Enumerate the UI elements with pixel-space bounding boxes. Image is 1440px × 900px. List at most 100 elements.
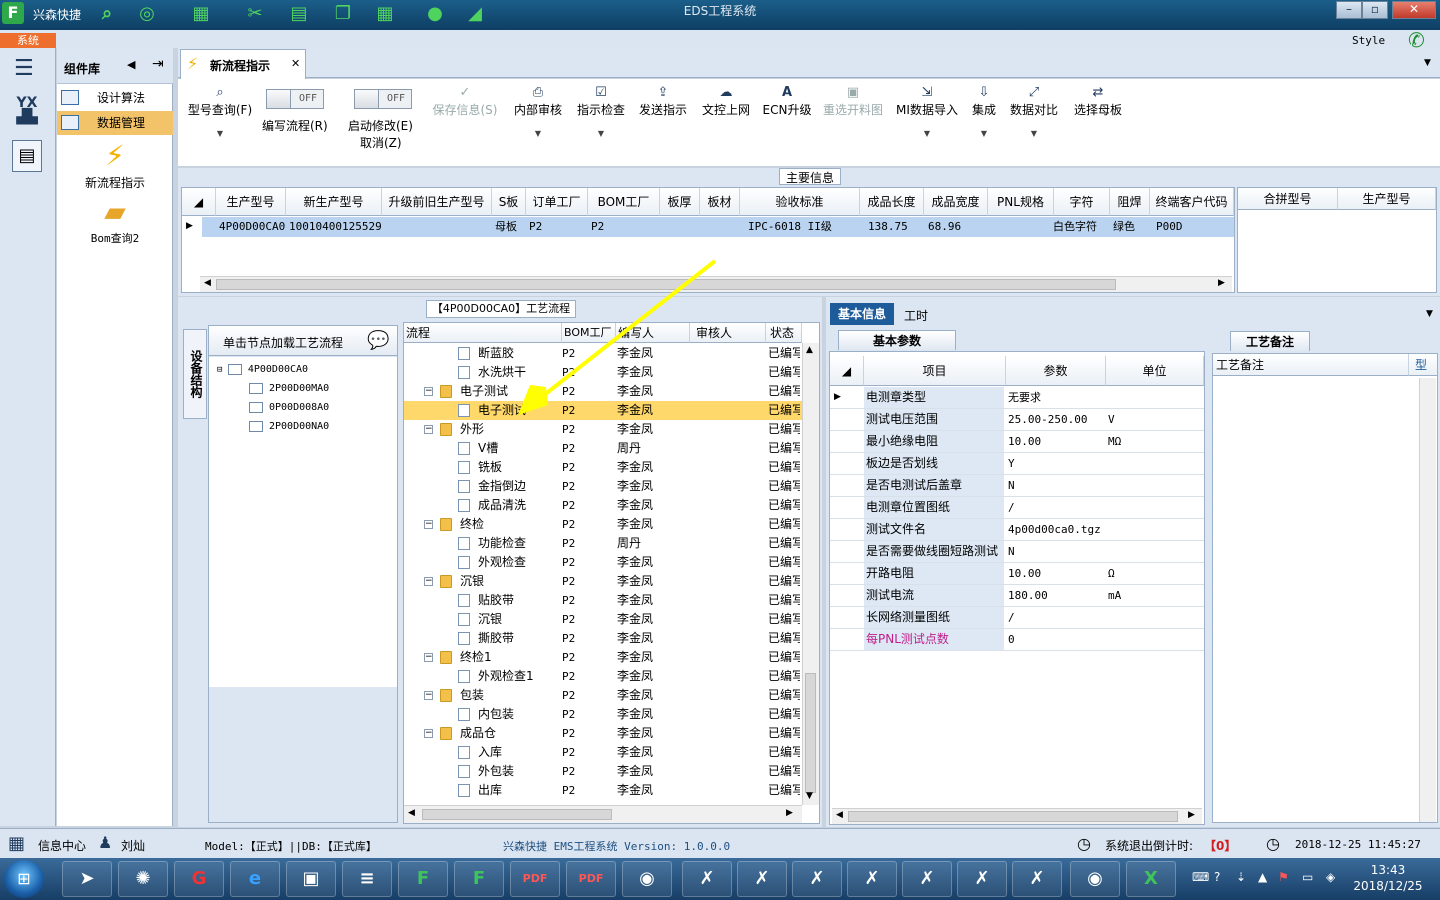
upload-online-button[interactable]: ☁ 文控上网 [698,83,754,163]
process-row[interactable]: 功能检查 P2 周丹 已编写 [404,534,802,553]
tab-process-notes[interactable]: 工艺备注 [1230,331,1310,351]
table-icon[interactable]: ▦ [374,3,396,25]
param-row[interactable]: 每PNL测试点数 0 [830,629,1204,651]
grid-icon[interactable]: ▦ [190,3,212,25]
collapse-toggle-icon[interactable]: − [424,520,433,529]
process-row[interactable]: 撕胶带 P2 李金凤 已编写 [404,629,802,648]
col-header[interactable]: 成品长度 [860,188,924,216]
process-row[interactable]: 内包装 P2 李金凤 已编写 [404,705,802,724]
col-header[interactable]: 阻焊 [1110,188,1150,216]
process-group-row[interactable]: − 成品仓 P2 李金凤 已编写 [404,724,802,743]
tray-icon[interactable]: ⇣ [1236,870,1246,884]
taskbar-app-floppy-icon[interactable]: ▣ [286,861,336,897]
param-value[interactable]: N [1006,475,1104,496]
param-row[interactable]: 长网络测量图纸 / [830,607,1204,629]
scroll-thumb[interactable] [422,809,612,820]
taskbar-app-shell-icon[interactable]: ✺ [118,861,168,897]
taskbar-app-globe-icon[interactable]: ◉ [622,861,672,897]
cancel-button[interactable]: 取消(Z) [360,134,402,151]
write-flow-toggle[interactable]: OFF [266,89,324,109]
checkbox[interactable] [249,420,263,432]
col-header[interactable]: 成品宽度 [924,188,988,216]
col-header[interactable]: 新生产型号 [286,188,382,216]
scroll-left-icon[interactable]: ◀ [408,808,415,818]
pin-icon[interactable]: ⇥ [152,56,164,72]
chart-icon[interactable]: ◢ [464,3,486,25]
col-header[interactable]: BOM工厂 [588,188,660,216]
col-header[interactable]: 验收标准 [740,188,860,216]
col-header[interactable]: 生产型号 [1338,188,1436,210]
tab-dropdown-icon[interactable]: ▼ [1426,309,1433,319]
film-icon[interactable]: ▤ [288,3,310,25]
col-header[interactable]: 合拼型号 [1238,188,1338,210]
integrate-button[interactable]: ⇩ 集成 ▼ [968,83,1000,163]
param-row[interactable]: 电测章位置图纸 / [830,497,1204,519]
process-row[interactable]: 铣板 P2 李金凤 已编写 [404,458,802,477]
tree-node[interactable]: 2P00D00NA0 [249,417,329,436]
taskbar-app-feather-icon[interactable]: ➤ [62,861,112,897]
enable-edit-toggle[interactable]: OFF [354,89,412,109]
process-row[interactable]: 金指倒边 P2 李金凤 已编写 [404,477,802,496]
scroll-thumb[interactable] [805,673,816,793]
start-button[interactable]: ⊞ [4,860,44,898]
param-value[interactable]: 无要求 [1006,387,1104,408]
complib-item-design[interactable]: 设计算法 [57,86,173,110]
col-header[interactable]: 字符 [1054,188,1110,216]
info-center[interactable]: 信息中心 [38,837,86,854]
param-value[interactable]: 180.00 [1006,585,1104,606]
horizontal-scrollbar[interactable]: ◀ ▶ [832,808,1202,824]
param-value[interactable]: 0 [1006,629,1104,650]
process-group-row[interactable]: − 终检 P2 李金凤 已编写 [404,515,802,534]
taskbar-app-window-icon[interactable]: ✗ [1012,861,1062,897]
side-tab-equipment[interactable]: 设备结构 [183,329,207,419]
process-row[interactable]: 出库 P2 李金凤 已编写 [404,781,802,800]
col-header[interactable]: 工艺备注 [1213,354,1409,376]
param-value[interactable]: 10.00 [1006,563,1104,584]
maximize-button[interactable]: ▫ [1362,1,1388,19]
ecn-upgrade-button[interactable]: A ECN升级 [762,83,812,163]
param-value[interactable]: 4p00d00ca0.tgz [1006,519,1104,540]
taskbar-app-scanner-icon[interactable]: ≡ [342,861,392,897]
col-header[interactable]: 终端客户代码 [1150,188,1234,216]
checkbox[interactable] [249,382,263,394]
scroll-left-icon[interactable]: ◀ [836,810,843,820]
col-header[interactable]: PNL规格 [988,188,1054,216]
tray-up-icon[interactable]: ▲ [1258,870,1267,884]
internal-review-button[interactable]: ⎙ 内部审核 ▼ [512,83,564,163]
param-value[interactable]: / [1006,607,1104,628]
minimize-button[interactable]: – [1336,1,1362,19]
system-tab[interactable]: 系统 [0,33,56,48]
col-header[interactable]: 参数 [1006,356,1106,386]
param-value[interactable]: 25.00-250.00 [1006,409,1104,430]
scroll-down-icon[interactable]: ▼ [806,791,813,801]
param-row[interactable]: 测试电流 180.00 mA [830,585,1204,607]
windows-grid-icon[interactable]: ▦ [8,833,25,854]
scroll-left-icon[interactable]: ◀ [204,278,211,288]
scissors-icon[interactable]: ✂ [244,3,266,25]
param-row[interactable]: 板边是否划线 Y [830,453,1204,475]
taskbar-app-excel-icon[interactable]: X [1126,861,1176,897]
save-info-button[interactable]: ✓ 保存信息(S) [428,83,502,163]
col-header[interactable]: 升级前旧生产型号 [382,188,492,216]
taskbar-app-f-icon[interactable]: F [454,861,504,897]
tab-dropdown-icon[interactable]: ▼ [1424,58,1431,68]
process-row[interactable]: 沉银 P2 李金凤 已编写 [404,610,802,629]
globe-icon[interactable]: ◎ [136,3,158,25]
scroll-right-icon[interactable]: ▶ [786,808,793,818]
send-indication-button[interactable]: ⇪ 发送指示 [636,83,690,163]
param-value[interactable]: / [1006,497,1104,518]
col-header[interactable]: 项目 [864,356,1006,386]
process-row[interactable]: V槽 P2 周丹 已编写 [404,439,802,458]
complib-item-data-management[interactable]: 数据管理 [57,111,173,135]
collapse-toggle-icon[interactable]: − [424,577,433,586]
taskbar-app-window-icon[interactable]: ✗ [682,861,732,897]
col-header[interactable]: 订单工厂 [526,188,588,216]
tab-basic-params[interactable]: 基本参数 [838,330,956,350]
tab-new-flow-indication[interactable]: ⚡ 新流程指示 ✕ [180,49,306,79]
process-row[interactable]: 外观检查 P2 李金凤 已编写 [404,553,802,572]
process-group-row[interactable]: − 终检1 P2 李金凤 已编写 [404,648,802,667]
col-header[interactable]: 板厚 [660,188,700,216]
param-row[interactable]: 最小绝缘电阻 10.00 MΩ [830,431,1204,453]
vertical-scrollbar[interactable]: ▲ ▼ [802,343,819,805]
taskbar-app-window-icon[interactable]: ✗ [737,861,787,897]
